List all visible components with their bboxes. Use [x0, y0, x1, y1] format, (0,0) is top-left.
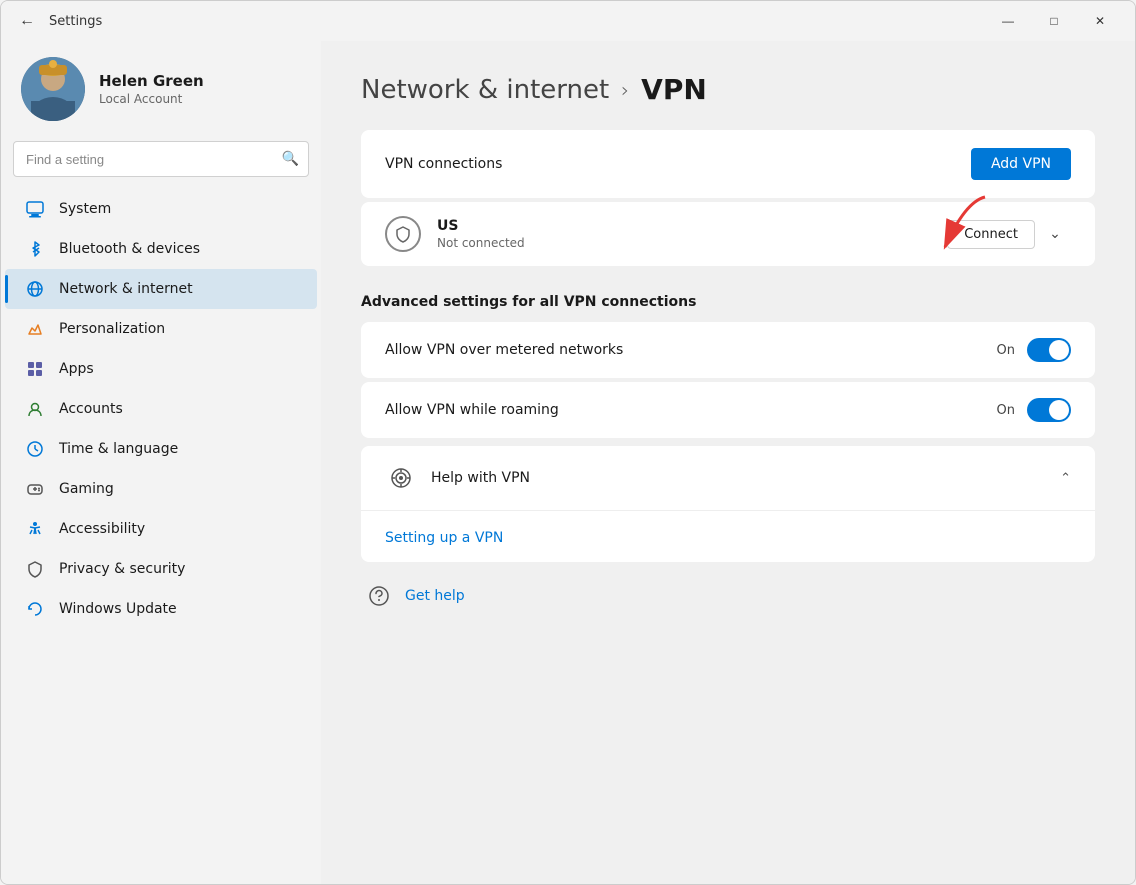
sidebar-label-bluetooth: Bluetooth & devices [59, 241, 200, 257]
advanced-section-title: Advanced settings for all VPN connection… [361, 278, 1095, 322]
toggle-row-metered: Allow VPN over metered networks On [361, 322, 1095, 378]
vpn-expand-button[interactable]: ⌄ [1039, 218, 1071, 250]
add-vpn-button[interactable]: Add VPN [971, 148, 1071, 180]
vpn-status: Not connected [437, 236, 947, 250]
breadcrumb-separator: › [621, 78, 629, 102]
user-info: Helen Green Local Account [99, 72, 204, 106]
sidebar-label-apps: Apps [59, 361, 94, 377]
settings-window: ← Settings — □ ✕ [0, 0, 1136, 885]
vpn-shield-icon [385, 216, 421, 252]
accounts-icon [25, 399, 45, 419]
sidebar-item-network[interactable]: Network & internet [5, 269, 317, 309]
toggle-metered-status: On [997, 343, 1015, 358]
help-vpn-icon [385, 462, 417, 494]
back-button[interactable]: ← [13, 7, 41, 35]
search-input[interactable] [13, 141, 309, 177]
sidebar-label-update: Windows Update [59, 601, 177, 617]
setup-vpn-link[interactable]: Setting up a VPN [385, 530, 503, 546]
help-vpn-chevron-icon: ⌃ [1060, 471, 1071, 486]
sidebar-item-update[interactable]: Windows Update [5, 589, 317, 629]
breadcrumb-parent[interactable]: Network & internet [361, 75, 609, 105]
help-vpn-content: Setting up a VPN [361, 510, 1095, 562]
get-help-icon [365, 582, 393, 610]
user-account-type: Local Account [99, 92, 204, 106]
titlebar-title: Settings [49, 14, 102, 29]
avatar [21, 57, 85, 121]
system-icon [25, 199, 45, 219]
titlebar: ← Settings — □ ✕ [1, 1, 1135, 41]
sidebar-item-time[interactable]: Time & language [5, 429, 317, 469]
vpn-entry-info: US Not connected [437, 218, 947, 250]
sidebar-item-privacy[interactable]: Privacy & security [5, 549, 317, 589]
vpn-name: US [437, 218, 947, 234]
sidebar-item-personalization[interactable]: Personalization [5, 309, 317, 349]
window-controls: — □ ✕ [985, 5, 1123, 37]
vpn-entry: US Not connected Connect ⌄ [361, 202, 1095, 266]
search-box: 🔍 [13, 141, 309, 177]
page-title: VPN [641, 73, 707, 106]
sidebar-nav: System Bluetooth & devices Network & int… [1, 189, 321, 629]
get-help-row: Get help [361, 582, 1095, 610]
close-button[interactable]: ✕ [1077, 5, 1123, 37]
sidebar-item-accounts[interactable]: Accounts [5, 389, 317, 429]
vpn-connections-label: VPN connections [385, 156, 502, 172]
help-vpn-label: Help with VPN [431, 470, 1060, 486]
gaming-icon [25, 479, 45, 499]
sidebar-label-network: Network & internet [59, 281, 193, 297]
help-vpn-header[interactable]: Help with VPN ⌃ [361, 446, 1095, 510]
sidebar-label-time: Time & language [59, 441, 178, 457]
toggle-roaming-status: On [997, 403, 1015, 418]
sidebar-item-system[interactable]: System [5, 189, 317, 229]
toggle-roaming-label: Allow VPN while roaming [385, 402, 997, 418]
toggle-metered-label: Allow VPN over metered networks [385, 342, 997, 358]
vpn-connections-card: VPN connections Add VPN [361, 130, 1095, 198]
vpn-connect-button[interactable]: Connect [947, 220, 1035, 249]
sidebar-item-bluetooth[interactable]: Bluetooth & devices [5, 229, 317, 269]
sidebar-item-apps[interactable]: Apps [5, 349, 317, 389]
sidebar-label-system: System [59, 201, 111, 217]
sidebar-item-gaming[interactable]: Gaming [5, 469, 317, 509]
get-help-link[interactable]: Get help [405, 588, 465, 604]
network-icon [25, 279, 45, 299]
main-content: Network & internet › VPN VPN connections… [321, 41, 1135, 884]
toggle-metered-switch[interactable] [1027, 338, 1071, 362]
time-icon [25, 439, 45, 459]
sidebar-label-accounts: Accounts [59, 401, 123, 417]
bluetooth-icon [25, 239, 45, 259]
toggle-roaming-switch[interactable] [1027, 398, 1071, 422]
toggle-row-roaming: Allow VPN while roaming On [361, 382, 1095, 438]
sidebar: Helen Green Local Account 🔍 System [1, 41, 321, 884]
minimize-button[interactable]: — [985, 5, 1031, 37]
sidebar-label-privacy: Privacy & security [59, 561, 185, 577]
personalization-icon [25, 319, 45, 339]
accessibility-icon [25, 519, 45, 539]
help-vpn-card: Help with VPN ⌃ Setting up a VPN [361, 446, 1095, 562]
sidebar-item-accessibility[interactable]: Accessibility [5, 509, 317, 549]
privacy-icon [25, 559, 45, 579]
page-header: Network & internet › VPN [361, 73, 1095, 106]
sidebar-label-accessibility: Accessibility [59, 521, 145, 537]
user-section[interactable]: Helen Green Local Account [1, 41, 321, 141]
sidebar-label-gaming: Gaming [59, 481, 114, 497]
sidebar-label-personalization: Personalization [59, 321, 165, 337]
apps-icon [25, 359, 45, 379]
advanced-section: Advanced settings for all VPN connection… [361, 278, 1095, 438]
maximize-button[interactable]: □ [1031, 5, 1077, 37]
user-name: Helen Green [99, 72, 204, 90]
main-layout: Helen Green Local Account 🔍 System [1, 41, 1135, 884]
update-icon [25, 599, 45, 619]
